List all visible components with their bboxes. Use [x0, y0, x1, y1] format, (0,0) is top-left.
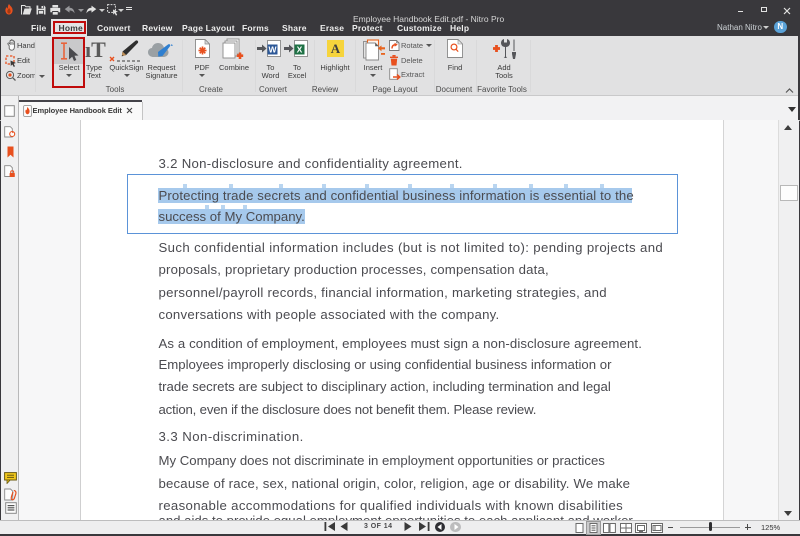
- svg-text:W: W: [268, 45, 277, 55]
- svg-text:X: X: [297, 45, 303, 55]
